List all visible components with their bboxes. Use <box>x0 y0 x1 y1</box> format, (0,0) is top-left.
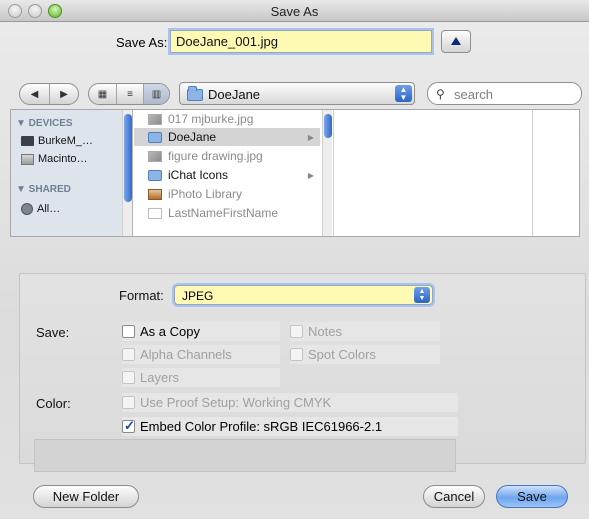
spot-colors-checkbox[interactable]: Spot Colors <box>290 345 440 364</box>
image-file-icon <box>148 150 162 162</box>
chevron-right-icon: ▶ <box>307 170 314 180</box>
checkbox-label: As a Copy <box>140 324 200 339</box>
cancel-button[interactable]: Cancel <box>423 485 485 508</box>
preview-area <box>34 439 456 472</box>
checkbox-label: Embed Color Profile: sRGB IEC61966-2.1 <box>140 419 383 434</box>
as-a-copy-checkbox[interactable]: As a Copy <box>122 322 280 341</box>
filename-input[interactable]: DoeJane_001.jpg <box>170 30 432 53</box>
checkbox-box <box>122 418 135 434</box>
column-view-button[interactable]: ▥ <box>143 84 169 104</box>
location-popup[interactable]: DoeJane ▲ ▼ <box>179 82 415 105</box>
sidebar: ▼ DEVICES BurkeM_… Macinto… ▼ SHARED All… <box>11 110 133 236</box>
checkbox-label: Notes <box>308 324 342 339</box>
sidebar-item-macintosh[interactable]: Macinto… <box>21 153 88 165</box>
format-value: JPEG <box>182 289 214 303</box>
document-icon <box>148 207 162 219</box>
file-name: DoeJane <box>168 130 217 144</box>
checkbox-box <box>290 348 303 361</box>
expand-collapse-button[interactable] <box>441 30 471 53</box>
file-name: LastNameFirstName <box>168 206 279 220</box>
scrollbar-thumb[interactable] <box>124 114 132 202</box>
sidebar-header-shared: ▼ SHARED <box>16 184 71 195</box>
notes-checkbox[interactable]: Notes <box>290 322 440 341</box>
photo-library-icon <box>148 188 162 200</box>
color-options-label: Color: <box>36 396 71 411</box>
search-icon: ⚲ <box>436 87 445 101</box>
format-popup[interactable]: JPEG ▲ ▼ <box>174 285 433 305</box>
column-1: LastNameFirstName iPhoto Library iChat Ico… <box>134 110 334 236</box>
checkbox-label: Layers <box>140 370 180 385</box>
popup-arrows-icon: ▲ ▼ <box>414 287 430 303</box>
layers-checkbox[interactable]: Layers <box>122 368 280 387</box>
checkbox-label: Alpha Channels <box>140 347 232 362</box>
sidebar-scrollbar[interactable] <box>122 110 132 236</box>
format-label: Format: <box>119 288 164 303</box>
hard-disk-icon <box>21 153 34 165</box>
file-row[interactable]: figure drawing.jpg <box>134 147 320 165</box>
checkbox-box <box>122 348 135 361</box>
new-folder-button[interactable]: New Folder <box>33 485 139 508</box>
view-mode-control: ▦ ≡ ▥ <box>88 83 170 105</box>
folder-icon <box>148 169 162 181</box>
checkbox-label: Spot Colors <box>308 347 376 362</box>
disclosure-up-icon <box>451 37 461 45</box>
network-icon <box>21 203 33 215</box>
checkbox-box <box>122 371 135 384</box>
save-as-label: Save As: <box>116 35 168 50</box>
scrollbar-thumb[interactable] <box>324 114 332 138</box>
sidebar-item-label: All… <box>37 203 61 215</box>
checkbox-box <box>290 325 303 338</box>
alpha-channels-checkbox[interactable]: Alpha Channels <box>122 345 280 364</box>
sidebar-item-all[interactable]: All… <box>21 203 60 215</box>
file-name: iChat Icons <box>168 168 229 182</box>
file-row[interactable]: 017 mjburke.jpg <box>134 110 320 128</box>
window-title: Save As <box>270 4 319 19</box>
file-name: figure drawing.jpg <box>168 149 263 163</box>
file-row[interactable]: LastNameFirstName <box>134 204 320 222</box>
save-options-label: Save: <box>36 325 70 340</box>
image-file-icon <box>148 113 162 125</box>
sidebar-item-label: BurkeM_… <box>38 135 94 147</box>
title-bar: Save As <box>0 0 589 22</box>
chevron-right-icon: ▶ <box>307 132 314 142</box>
file-name: 017 mjburke.jpg <box>168 112 254 126</box>
embed-color-profile-checkbox[interactable]: Embed Color Profile: sRGB IEC61966-2.1 <box>122 417 458 436</box>
sidebar-item-label: Macinto… <box>38 153 88 165</box>
file-browser: ▼ DEVICES BurkeM_… Macinto… ▼ SHARED All… <box>10 109 580 237</box>
sidebar-header-devices: ▼ DEVICES <box>16 118 73 129</box>
back-button[interactable]: ◀ <box>20 84 49 104</box>
back-forward-control: ◀ ▶ <box>19 83 79 105</box>
popup-arrows-icon: ▲ ▼ <box>395 85 412 102</box>
sidebar-item-burkem[interactable]: BurkeM_… <box>21 135 93 147</box>
search-field[interactable]: ⚲ search <box>427 82 582 105</box>
computer-icon <box>21 136 34 146</box>
file-row[interactable]: iChat Icons ▶ <box>134 166 320 184</box>
use-proof-setup-checkbox[interactable]: Use Proof Setup: Working CMYK <box>122 393 458 412</box>
save-button[interactable]: Save <box>496 485 568 508</box>
file-row[interactable]: DoeJane ▶ <box>134 128 320 146</box>
checkbox-box <box>122 325 135 338</box>
file-name: iPhoto Library <box>168 187 243 201</box>
folder-icon <box>148 131 162 143</box>
checkbox-box <box>122 396 135 409</box>
icon-view-button[interactable]: ▦ <box>89 84 116 104</box>
folder-icon <box>187 86 203 101</box>
column-2 <box>345 110 533 236</box>
forward-button[interactable]: ▶ <box>49 84 78 104</box>
list-view-button[interactable]: ≡ <box>116 84 143 104</box>
column-1-scrollbar[interactable] <box>322 110 332 236</box>
search-placeholder: search <box>454 87 494 102</box>
file-row[interactable]: iPhoto Library <box>134 185 320 203</box>
location-label: DoeJane <box>208 87 261 102</box>
checkbox-label: Use Proof Setup: Working CMYK <box>140 395 332 410</box>
